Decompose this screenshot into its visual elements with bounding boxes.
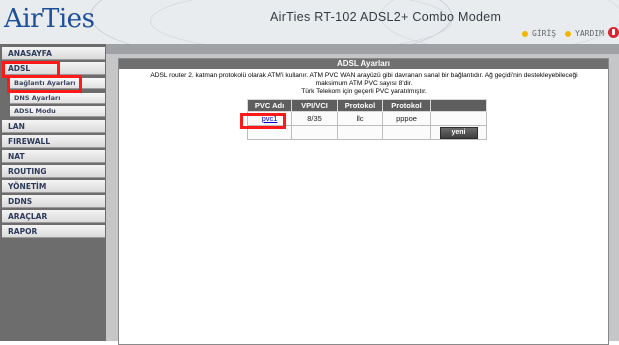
empty-cell bbox=[247, 125, 292, 140]
help-label: YARDIM bbox=[575, 29, 604, 38]
sidebar-item-routing[interactable]: ROUTING bbox=[2, 165, 105, 178]
login-label: GİRİŞ bbox=[532, 29, 557, 38]
sidebar-item-nat[interactable]: NAT bbox=[2, 150, 105, 163]
sidebar-item-baglanti-ayarlari[interactable]: Bağlantı Ayarları bbox=[10, 78, 105, 89]
main-content: ADSL Ayarları ADSL router 2. katman prot… bbox=[106, 44, 619, 345]
column-header: Protokol bbox=[337, 99, 383, 112]
sidebar: ANASAYFA ADSL Bağlantı Ayarları DNS Ayar… bbox=[0, 44, 106, 341]
action-cell: yeni bbox=[430, 125, 487, 140]
adsl-settings-panel: ADSL Ayarları ADSL router 2. katman prot… bbox=[118, 58, 609, 345]
column-header: VPI/VCI bbox=[291, 99, 338, 112]
dot-icon bbox=[565, 30, 571, 37]
table-row: yeni bbox=[247, 125, 487, 140]
empty-cell bbox=[291, 125, 338, 140]
header: AirTies AirTies RT-102 ADSL2+ Combo Mode… bbox=[0, 0, 619, 44]
login-link[interactable]: GİRİŞ bbox=[522, 29, 556, 38]
sidebar-item-ddns[interactable]: DDNS bbox=[2, 195, 105, 208]
airties-logo: AirTies bbox=[4, 4, 95, 34]
column-header bbox=[430, 99, 487, 112]
vpi-vci-cell: 8/35 bbox=[291, 111, 338, 126]
desc-line: maksimum ATM PVC sayısı 8'dir. bbox=[315, 80, 413, 87]
action-cell bbox=[430, 111, 487, 126]
sidebar-item-rapor[interactable]: RAPOR bbox=[2, 225, 105, 238]
desc-line: Türk Telekom için geçerli PVC yaratılmış… bbox=[301, 88, 427, 95]
main-top-bar bbox=[106, 44, 619, 54]
sidebar-item-firewall[interactable]: FIREWALL bbox=[2, 135, 105, 148]
column-header: PVC Adı bbox=[247, 99, 292, 112]
empty-cell bbox=[337, 125, 383, 140]
sidebar-item-dns-ayarlari[interactable]: DNS Ayarları bbox=[10, 93, 105, 104]
panel-title: ADSL Ayarları bbox=[119, 59, 608, 69]
protocol-cell: llc bbox=[337, 111, 383, 126]
column-header: Protokol bbox=[382, 99, 431, 112]
table-row: pvc1 8/35 llc pppoe bbox=[247, 111, 487, 126]
pvc-name-cell: pvc1 bbox=[247, 111, 292, 126]
power-icon[interactable] bbox=[608, 27, 619, 38]
protocol-cell: pppoe bbox=[382, 111, 431, 126]
dot-icon bbox=[522, 30, 528, 37]
pvc-table: PVC Adı VPI/VCI Protokol Protokol pvc1 8… bbox=[247, 99, 487, 140]
new-pvc-button[interactable]: yeni bbox=[439, 126, 478, 139]
pvc-link[interactable]: pvc1 bbox=[262, 114, 278, 123]
sidebar-item-adsl[interactable]: ADSL bbox=[2, 62, 105, 75]
sidebar-item-yonetim[interactable]: YÖNETİM bbox=[2, 180, 105, 193]
help-link[interactable]: YARDIM bbox=[565, 29, 604, 38]
sidebar-item-lan[interactable]: LAN bbox=[2, 120, 105, 133]
sidebar-item-anasayfa[interactable]: ANASAYFA bbox=[2, 47, 105, 60]
sidebar-item-araclar[interactable]: ARAÇLAR bbox=[2, 210, 105, 223]
page-title: AirTies RT-102 ADSL2+ Combo Modem bbox=[270, 10, 502, 24]
sidebar-item-adsl-modu[interactable]: ADSL Modu bbox=[10, 106, 105, 117]
table-header-row: PVC Adı VPI/VCI Protokol Protokol bbox=[247, 99, 487, 112]
panel-description: ADSL router 2. katman protokolü olarak A… bbox=[122, 72, 606, 96]
desc-line: ADSL router 2. katman protokolü olarak A… bbox=[150, 72, 578, 79]
empty-cell bbox=[382, 125, 431, 140]
